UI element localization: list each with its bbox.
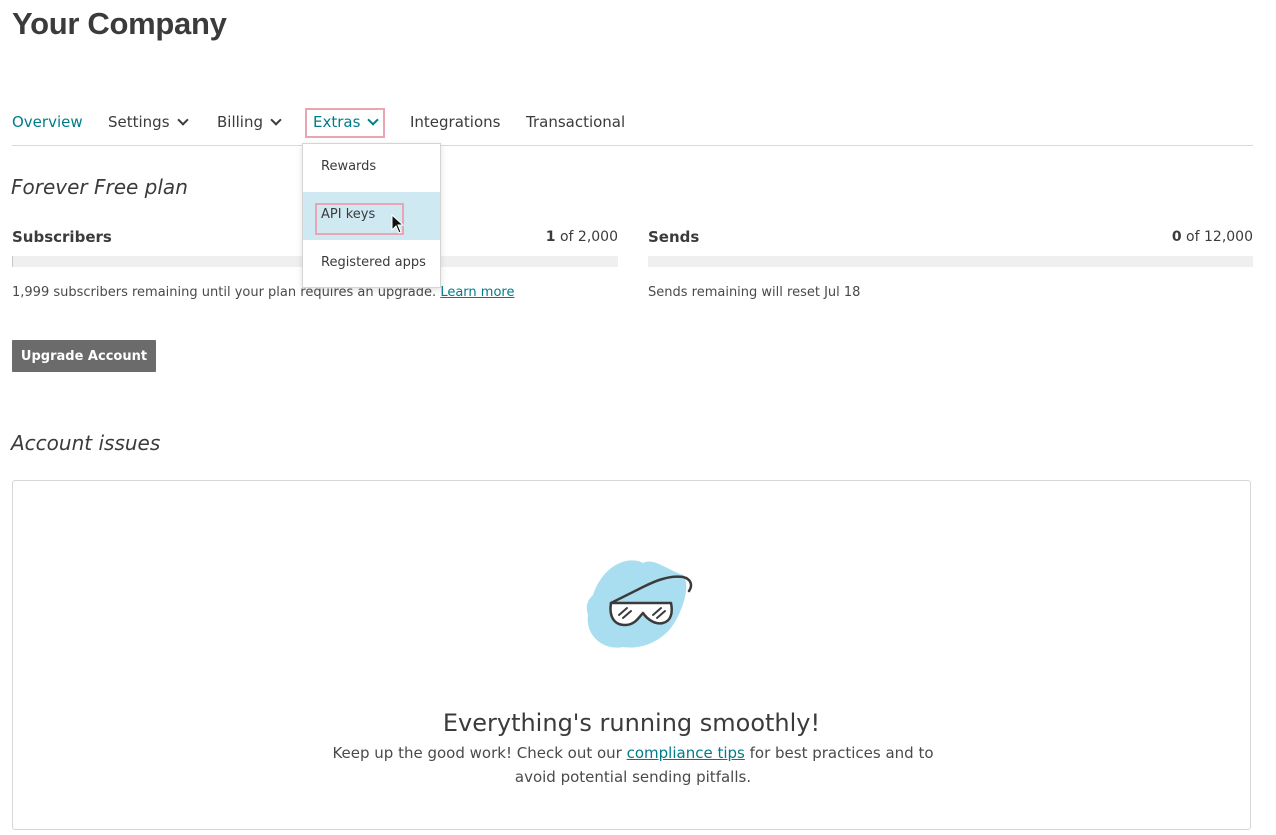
sends-label: Sends <box>648 228 700 246</box>
extras-dropdown-menu: Rewards API keys Registered apps <box>302 143 441 288</box>
tab-extras[interactable]: Extras <box>304 108 386 138</box>
menu-item-label: API keys <box>321 207 376 222</box>
chevron-down-icon <box>367 114 380 126</box>
account-issues-title: Account issues <box>11 431 161 455</box>
menu-item-label: Registered apps <box>321 255 426 270</box>
tab-transactional[interactable]: Transactional <box>526 113 625 133</box>
sends-limit: 12,000 <box>1204 229 1253 245</box>
tab-label: Billing <box>217 113 263 131</box>
tab-label: Overview <box>12 113 83 131</box>
menu-item-api-keys[interactable]: API keys <box>303 192 440 240</box>
tab-overview[interactable]: Overview <box>12 113 83 133</box>
learn-more-link[interactable]: Learn more <box>440 285 514 300</box>
upgrade-account-button[interactable]: Upgrade Account <box>12 340 156 372</box>
sends-progress-bar <box>648 256 1253 267</box>
all-clear-headline: Everything's running smoothly! <box>442 709 821 737</box>
account-nav: Overview Settings Billing Extras Integra… <box>12 105 1253 146</box>
tab-integrations[interactable]: Integrations <box>410 113 500 133</box>
tab-label: Settings <box>108 113 170 131</box>
of-text: of <box>559 229 574 245</box>
tab-label: Integrations <box>410 113 501 131</box>
sends-note: Sends remaining will reset Jul 18 <box>648 285 861 300</box>
menu-item-registered-apps[interactable]: Registered apps <box>303 240 440 288</box>
page-title: Your Company <box>12 6 227 41</box>
menu-item-rewards[interactable]: Rewards <box>303 144 440 192</box>
compliance-tips-link[interactable]: compliance tips <box>627 744 745 762</box>
tab-label: Transactional <box>526 113 626 131</box>
tab-billing[interactable]: Billing <box>217 113 282 133</box>
tab-label: Extras <box>313 113 361 131</box>
subscribers-limit: 2,000 <box>577 229 618 245</box>
subscribers-count: 1 of 2,000 <box>440 229 618 245</box>
plan-title: Forever Free plan <box>11 175 188 199</box>
account-issues-panel: Everything's running smoothly! Keep up t… <box>12 480 1251 830</box>
message-text: Keep up the good work! Check out our <box>332 744 622 762</box>
chevron-down-icon <box>270 114 282 126</box>
subscribers-used: 1 <box>545 229 556 245</box>
tab-settings[interactable]: Settings <box>108 113 189 133</box>
menu-item-label: Rewards <box>321 159 377 174</box>
of-text: of <box>1186 229 1200 245</box>
sends-count: 0 of 12,000 <box>1053 229 1253 245</box>
subscribers-label: Subscribers <box>12 228 112 246</box>
safety-goggles-icon <box>586 560 693 648</box>
sends-used: 0 <box>1171 229 1182 245</box>
chevron-down-icon <box>176 114 189 126</box>
all-clear-message: Keep up the good work! Check out our com… <box>323 741 943 789</box>
mouse-cursor-icon <box>391 214 405 234</box>
